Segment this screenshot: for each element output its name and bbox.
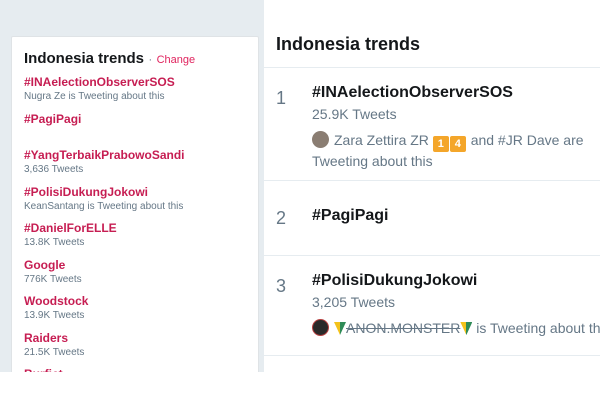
sidebar-trend-item[interactable]: Woodstock 13.9K Tweets — [24, 294, 254, 331]
context-user[interactable]: Zara Zettira ZR — [334, 132, 429, 148]
trend-name[interactable]: #PolisiDukungJokowi — [312, 272, 477, 290]
sidebar-trend-item[interactable]: Raiders 21.5K Tweets — [24, 331, 254, 368]
trend-name[interactable]: #INAelectionObserverSOS — [312, 84, 513, 102]
trend-name[interactable]: #PagiPagi — [24, 112, 254, 127]
user-avatar-icon[interactable] — [312, 319, 329, 336]
leaf-badge-icon — [334, 322, 346, 335]
trend-tweet-count: 3,636 Tweets — [24, 164, 84, 175]
trend-context: KeanSantang is Tweeting about this — [24, 200, 184, 212]
change-link[interactable]: Change — [157, 54, 196, 66]
trend-rank: 3 — [276, 276, 287, 296]
page-bottom-strip — [0, 372, 600, 400]
keycap-emoji-icon: 1 — [432, 136, 449, 152]
trend-name[interactable]: #INAelectionObserverSOS — [24, 75, 254, 90]
main-header: Indonesia trends — [264, 0, 600, 68]
context-tail: Tweeting about this — [312, 153, 433, 169]
context-tail: is Tweeting about this — [476, 320, 600, 336]
separator-dot: · — [148, 54, 153, 66]
context-user[interactable]: ANON.MONSTER — [346, 320, 460, 336]
keycap-emoji-icon: 4 — [449, 136, 466, 152]
trend-name[interactable]: #DanielForELLE — [24, 221, 254, 236]
sidebar-trend-list: #INAelectionObserverSOS Nugra Ze is Twee… — [24, 75, 254, 375]
page-title: Indonesia trends — [276, 34, 421, 54]
trend-name[interactable]: #PolisiDukungJokowi — [24, 185, 254, 200]
trend-name[interactable]: #YangTerbaikPrabowoSandi — [24, 148, 254, 163]
main-trends-panel: Indonesia trends 1 #INAelectionObserverS… — [264, 0, 600, 400]
trend-name[interactable]: Google — [24, 258, 254, 273]
sidebar-trend-item[interactable]: #YangTerbaikPrabowoSandi 3,636 Tweets — [24, 148, 254, 185]
trend-name[interactable]: Woodstock — [24, 294, 254, 309]
sidebar-header: Indonesia trends · Change — [24, 50, 195, 68]
sidebar-trend-item[interactable]: #INAelectionObserverSOS Nugra Ze is Twee… — [24, 75, 254, 112]
trend-tweet-count: 776K Tweets — [24, 273, 82, 285]
trend-rank: 1 — [276, 88, 287, 108]
trend-name[interactable]: Raiders — [24, 331, 254, 346]
trend-row[interactable]: 1 #INAelectionObserverSOS 25.9K Tweets Z… — [264, 68, 600, 181]
sidebar-title: Indonesia trends — [24, 50, 145, 67]
trend-row[interactable]: 2 #PagiPagi — [264, 181, 600, 256]
trend-rank: 2 — [276, 208, 287, 228]
trend-tweet-count: 3,205 Tweets — [312, 294, 396, 310]
leaf-badge-icon — [460, 322, 473, 335]
trend-context: ANON.MONSTER is Tweeting about this — [312, 319, 600, 338]
sidebar-trend-item[interactable]: Google 776K Tweets — [24, 258, 254, 295]
user-avatar-icon[interactable] — [312, 131, 329, 148]
context-and-text: and #JR Dave are — [470, 132, 584, 148]
trend-context: Nugra Ze is Tweeting about this — [24, 91, 165, 102]
sidebar-trend-item[interactable]: #DanielForELLE 13.8K Tweets — [24, 221, 254, 258]
sidebar-trend-item[interactable]: #PagiPagi — [24, 112, 254, 149]
trend-row[interactable]: 3 #PolisiDukungJokowi 3,205 Tweets ANON.… — [264, 256, 600, 356]
sidebar-trend-item[interactable]: #PolisiDukungJokowi KeanSantang is Tweet… — [24, 185, 254, 222]
trend-tweet-count: 13.8K Tweets — [24, 237, 85, 248]
trend-tweet-count: 13.9K Tweets — [24, 310, 85, 321]
trend-tweet-count: 21.5K Tweets — [24, 346, 85, 358]
sidebar-trends-card: Indonesia trends · Change #INAelectionOb… — [11, 36, 259, 376]
trend-context: Zara Zettira ZR 14 and #JR Dave are Twee… — [312, 131, 597, 171]
trend-name[interactable]: #PagiPagi — [312, 207, 388, 225]
trend-tweet-count: 25.9K Tweets — [312, 106, 397, 122]
